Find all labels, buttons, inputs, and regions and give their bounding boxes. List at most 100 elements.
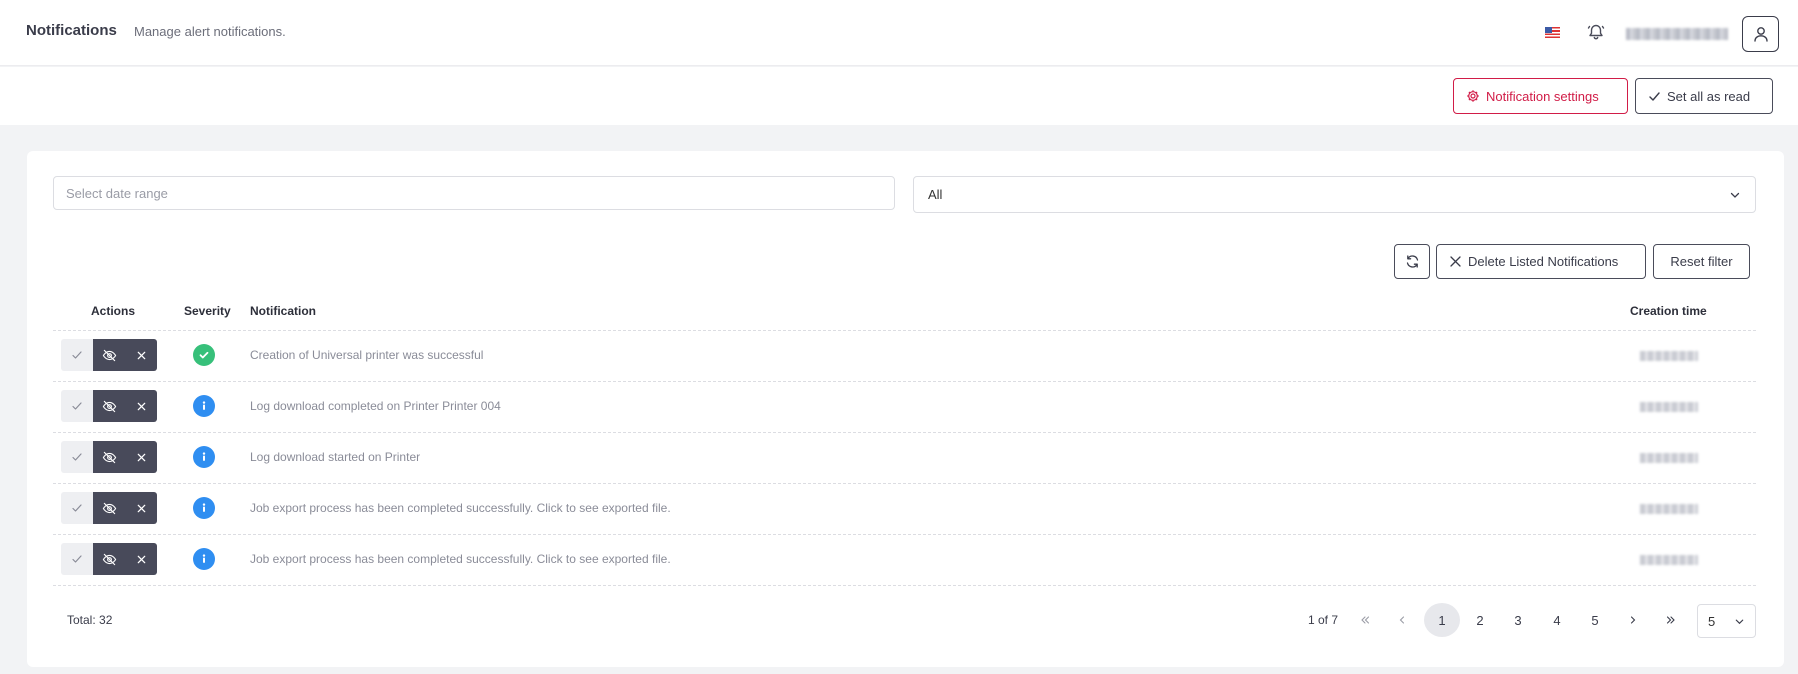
page-title: Notifications bbox=[26, 22, 117, 39]
hide-button[interactable] bbox=[93, 492, 125, 524]
chevron-left-icon bbox=[1397, 615, 1407, 625]
notification-text[interactable]: Log download completed on Printer Printe… bbox=[250, 399, 501, 413]
table-bottom-divider bbox=[53, 585, 1756, 586]
info-icon bbox=[193, 548, 215, 570]
row-actions bbox=[61, 339, 157, 371]
row-actions bbox=[61, 492, 157, 524]
delete-button[interactable] bbox=[125, 390, 157, 422]
hide-button[interactable] bbox=[93, 390, 125, 422]
bell-icon[interactable] bbox=[1586, 22, 1606, 42]
page-size-value: 5 bbox=[1708, 613, 1716, 629]
user-menu-button[interactable] bbox=[1742, 16, 1779, 52]
close-icon bbox=[136, 350, 147, 361]
delete-listed-button[interactable]: Delete Listed Notifications bbox=[1436, 244, 1646, 279]
delete-button[interactable] bbox=[125, 339, 157, 371]
mark-read-button[interactable] bbox=[61, 492, 93, 524]
close-icon bbox=[1449, 255, 1462, 268]
column-header-actions: Actions bbox=[91, 304, 136, 318]
severity-select[interactable]: All bbox=[913, 176, 1756, 213]
row-actions bbox=[61, 390, 157, 422]
next-page-button[interactable] bbox=[1615, 603, 1651, 637]
user-icon bbox=[1752, 25, 1770, 43]
page-button-3[interactable]: 3 bbox=[1500, 603, 1536, 637]
check-icon bbox=[71, 349, 83, 361]
close-icon bbox=[136, 554, 147, 565]
page-size-select[interactable]: 5 bbox=[1697, 604, 1756, 638]
table-row: Log download completed on Printer Printe… bbox=[53, 381, 1756, 432]
column-header-notification: Notification bbox=[250, 304, 316, 318]
table-row: Job export process has been completed su… bbox=[53, 534, 1756, 585]
delete-button[interactable] bbox=[125, 492, 157, 524]
notification-settings-label: Notification settings bbox=[1486, 88, 1599, 104]
chevron-right-icon bbox=[1628, 615, 1638, 625]
check-icon bbox=[71, 400, 83, 412]
first-page-button[interactable] bbox=[1347, 603, 1383, 637]
eye-off-icon bbox=[102, 450, 117, 465]
notification-text[interactable]: Job export process has been completed su… bbox=[250, 501, 671, 515]
creation-time bbox=[1640, 402, 1698, 412]
creation-time bbox=[1640, 504, 1698, 514]
close-icon bbox=[136, 452, 147, 463]
mark-read-button[interactable] bbox=[61, 441, 93, 473]
check-icon bbox=[1648, 90, 1661, 103]
close-icon bbox=[136, 401, 147, 412]
page-button-4[interactable]: 4 bbox=[1539, 603, 1575, 637]
set-all-read-label: Set all as read bbox=[1667, 88, 1751, 104]
eye-off-icon bbox=[102, 348, 117, 363]
creation-time bbox=[1640, 453, 1698, 463]
eye-off-icon bbox=[102, 552, 117, 567]
page-subtitle: Manage alert notifications. bbox=[134, 24, 286, 39]
set-all-read-button[interactable]: Set all as read bbox=[1635, 78, 1773, 114]
notification-settings-button[interactable]: Notification settings bbox=[1453, 78, 1628, 114]
page-button-5[interactable]: 5 bbox=[1577, 603, 1613, 637]
column-header-creation-time[interactable]: Creation time bbox=[1630, 304, 1707, 318]
check-icon bbox=[71, 451, 83, 463]
page-info: 1 of 7 bbox=[1308, 613, 1339, 627]
chevron-down-icon bbox=[1729, 189, 1741, 201]
eye-off-icon bbox=[102, 501, 117, 516]
table-row: Creation of Universal printer was succes… bbox=[53, 330, 1756, 381]
prev-page-button[interactable] bbox=[1384, 603, 1420, 637]
notification-text[interactable]: Creation of Universal printer was succes… bbox=[250, 348, 483, 362]
check-icon bbox=[71, 502, 83, 514]
column-header-severity: Severity bbox=[184, 304, 231, 318]
delete-button[interactable] bbox=[125, 543, 157, 575]
mark-read-button[interactable] bbox=[61, 543, 93, 575]
info-icon bbox=[193, 446, 215, 468]
date-range-input[interactable] bbox=[53, 176, 895, 210]
page-button-1[interactable]: 1 bbox=[1424, 603, 1460, 637]
notification-text[interactable]: Job export process has been completed su… bbox=[250, 552, 671, 566]
refresh-button[interactable] bbox=[1394, 244, 1430, 279]
reset-filter-label: Reset filter bbox=[1670, 254, 1733, 269]
check-icon bbox=[71, 553, 83, 565]
total-count: Total: 32 bbox=[67, 613, 113, 627]
refresh-icon bbox=[1405, 254, 1420, 269]
hide-button[interactable] bbox=[93, 339, 125, 371]
hide-button[interactable] bbox=[93, 441, 125, 473]
last-page-button[interactable] bbox=[1653, 603, 1689, 637]
close-icon bbox=[136, 503, 147, 514]
delete-button[interactable] bbox=[125, 441, 157, 473]
info-icon bbox=[193, 497, 215, 519]
creation-time bbox=[1640, 351, 1698, 361]
mark-read-button[interactable] bbox=[61, 339, 93, 371]
delete-listed-label: Delete Listed Notifications bbox=[1468, 254, 1619, 269]
table-row: Job export process has been completed su… bbox=[53, 483, 1756, 534]
hide-button[interactable] bbox=[93, 543, 125, 575]
us-flag-icon[interactable] bbox=[1545, 27, 1560, 38]
reset-filter-button[interactable]: Reset filter bbox=[1653, 244, 1750, 279]
severity-select-value: All bbox=[928, 187, 943, 202]
page-button-2[interactable]: 2 bbox=[1462, 603, 1498, 637]
top-bar: Notifications Manage alert notifications… bbox=[0, 0, 1798, 66]
notification-text[interactable]: Log download started on Printer bbox=[250, 450, 420, 464]
table-row: Log download started on Printer bbox=[53, 432, 1756, 483]
eye-off-icon bbox=[102, 399, 117, 414]
row-actions bbox=[61, 441, 157, 473]
username[interactable] bbox=[1626, 28, 1728, 40]
double-chevron-right-icon bbox=[1666, 615, 1676, 625]
double-chevron-left-icon bbox=[1360, 615, 1370, 625]
success-check-icon bbox=[193, 344, 215, 366]
row-actions bbox=[61, 543, 157, 575]
gear-icon bbox=[1466, 89, 1480, 103]
mark-read-button[interactable] bbox=[61, 390, 93, 422]
